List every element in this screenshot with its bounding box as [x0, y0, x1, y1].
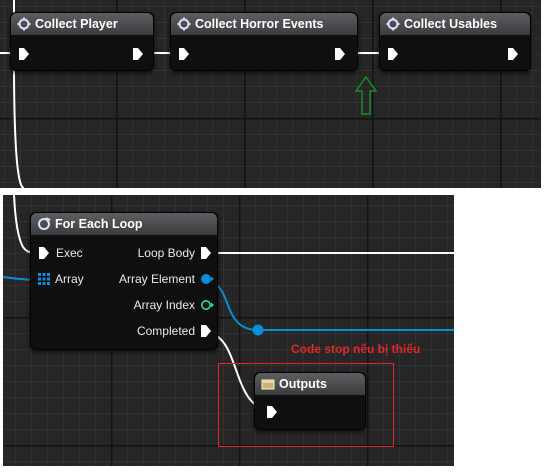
exec-out-icon: [508, 48, 518, 60]
exec-in-icon: [19, 48, 29, 60]
node-title: For Each Loop: [55, 217, 143, 231]
node-header: Collect Player: [11, 13, 153, 35]
exec-in-pin[interactable]: [388, 48, 398, 60]
exec-in-pin[interactable]: [179, 48, 189, 60]
function-gear-icon: [177, 17, 191, 31]
integer-pin-icon: [201, 300, 214, 310]
array-element-pin[interactable]: Array Element: [119, 272, 214, 286]
exec-out-icon: [133, 48, 143, 60]
pin-label: Loop Body: [137, 246, 195, 260]
exec-in-icon: [388, 48, 398, 60]
node-title: Collect Usables: [404, 17, 498, 31]
pin-label: Array Element: [118, 272, 195, 286]
collect-horror-events-node[interactable]: Collect Horror Events: [170, 12, 358, 71]
array-in-pin[interactable]: Array: [38, 272, 84, 286]
pin-label: Exec: [56, 246, 83, 260]
collect-player-node[interactable]: Collect Player: [10, 12, 154, 71]
function-gear-icon: [17, 17, 31, 31]
node-header: Collect Usables: [380, 13, 530, 35]
blueprint-graph-top[interactable]: Collect Player Collect Horror Events Col…: [0, 0, 541, 188]
object-pin-icon: [201, 274, 214, 284]
node-title: Collect Player: [35, 17, 118, 31]
pin-label: Array: [55, 272, 84, 286]
annotation-text: Code stop nếu bị thiếu: [291, 342, 421, 356]
exec-in-pin[interactable]: [19, 48, 29, 60]
highlight-box: [218, 363, 394, 447]
exec-in-icon: [179, 48, 189, 60]
exec-out-icon: [201, 247, 211, 259]
loop-macro-icon: [38, 217, 51, 230]
exec-in-pin[interactable]: Exec: [39, 246, 83, 260]
function-gear-icon: [386, 17, 400, 31]
for-each-loop-node[interactable]: For Each Loop Exec Array Loop Body Array…: [30, 212, 218, 350]
exec-in-icon: [39, 247, 49, 259]
exec-out-icon: [201, 325, 211, 337]
array-index-pin[interactable]: Array Index: [134, 298, 214, 312]
pin-label: Completed: [136, 324, 195, 338]
loop-body-pin[interactable]: Loop Body: [138, 246, 211, 260]
completed-pin[interactable]: Completed: [137, 324, 211, 338]
reroute-node[interactable]: [252, 324, 264, 336]
exec-out-pin[interactable]: [508, 48, 518, 60]
node-title: Collect Horror Events: [195, 17, 324, 31]
exec-out-pin[interactable]: [335, 48, 345, 60]
node-header: For Each Loop: [31, 213, 217, 235]
up-arrow-icon: [355, 76, 377, 115]
exec-out-pin[interactable]: [133, 48, 143, 60]
pin-label: Array Index: [133, 298, 195, 312]
node-header: Collect Horror Events: [171, 13, 357, 35]
exec-out-icon: [335, 48, 345, 60]
array-grid-icon: [38, 273, 50, 285]
collect-usables-node[interactable]: Collect Usables: [379, 12, 531, 71]
